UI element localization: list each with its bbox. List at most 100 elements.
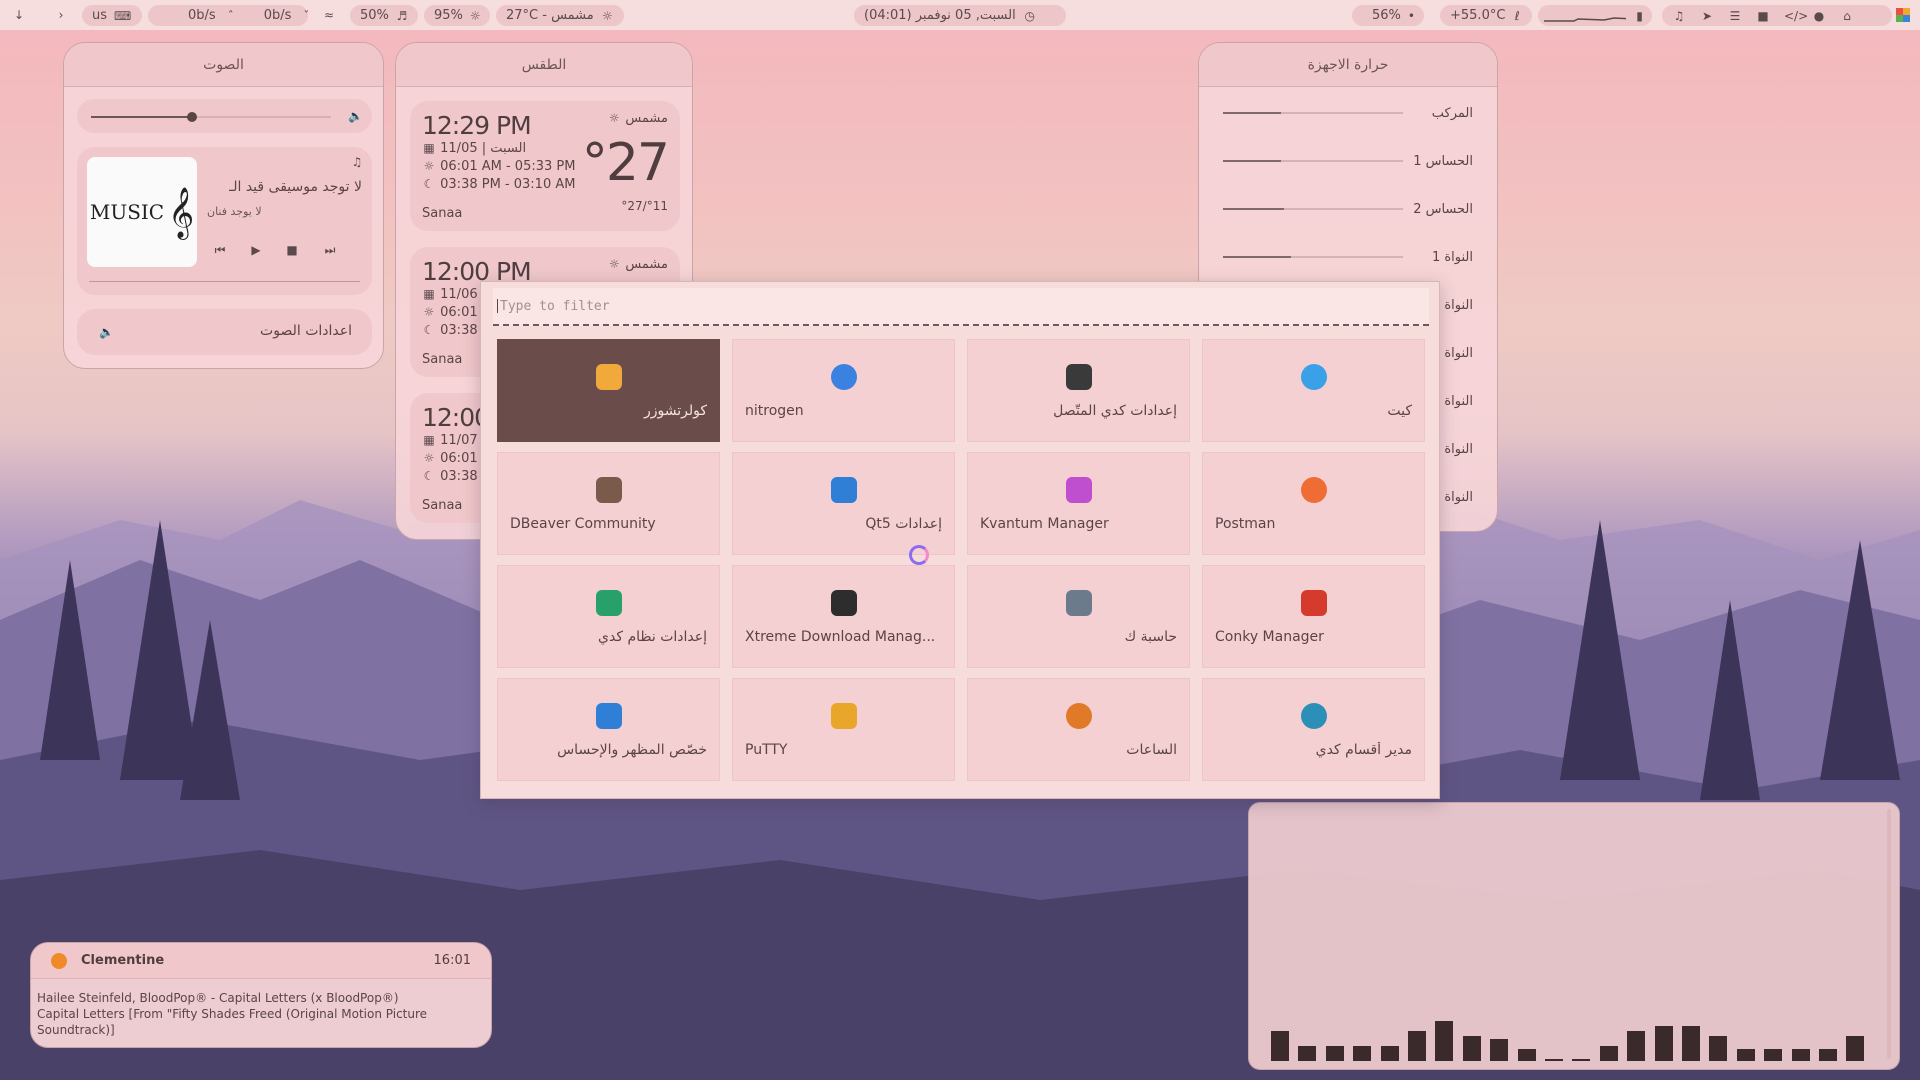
cpu-pill[interactable]: 56% • <box>1352 5 1424 26</box>
memory-icon: ▮ <box>1636 8 1643 23</box>
volume-slider-panel: 🔈 <box>77 99 372 133</box>
clock-text: السبت, 05 نوفمبر (04:01) <box>864 8 1016 23</box>
clock-pill[interactable]: السبت, 05 نوفمبر (04:01) ◷ <box>854 5 1066 26</box>
visualizer-bar <box>1846 1036 1865 1061</box>
sensor-row: الحساس 1 <box>1223 151 1473 171</box>
visualizer-scrollbar[interactable] <box>1887 809 1891 1059</box>
calendar-icon: ▦ <box>423 141 435 155</box>
weather-pill[interactable]: 27°C - مشمس ☼ <box>496 5 624 26</box>
app-tile[interactable]: خصّص المظهر والإحساس <box>497 678 720 781</box>
keyboard-layout-label: us <box>92 8 108 23</box>
app-launcher: Type to filter كولرتشوزر nitrogen إعدادات … <box>480 281 1440 799</box>
network-speed-pill[interactable]: 0b/s ˆ 0b/s ˇ <box>148 5 309 26</box>
windows-grid-icon[interactable] <box>1896 8 1910 22</box>
app-tile[interactable]: PuTTY <box>732 678 955 781</box>
app-tile[interactable]: مدير أقسام كدي <box>1202 678 1425 781</box>
previous-track-icon[interactable]: ⏮ <box>213 243 227 257</box>
arrow-down-icon[interactable]: ↓ <box>12 8 26 22</box>
sensor-label: النواة <box>1444 345 1473 361</box>
app-label: إعدادات Qt5 <box>865 516 942 532</box>
app-tile[interactable]: Postman <box>1202 452 1425 555</box>
sun-icon: ☼ <box>469 8 481 23</box>
app-tile[interactable]: Kvantum Manager <box>967 452 1190 555</box>
app-label: DBeaver Community <box>510 516 656 532</box>
weather-time: 12:29 PM <box>422 111 532 140</box>
app-tile[interactable]: nitrogen <box>732 339 955 442</box>
memory-graph-pill[interactable]: ▮ <box>1538 5 1652 26</box>
clementine-notification[interactable]: Clementine 16:01 Hailee Steinfeld, Blood… <box>30 942 492 1048</box>
weather-temperature: °27 <box>581 133 670 193</box>
app-label: حاسبة ك <box>1124 629 1177 645</box>
app-tile[interactable]: كولرتشوزر <box>497 339 720 442</box>
visualizer-bar <box>1462 1036 1481 1061</box>
firefox-icon[interactable]: ● <box>1812 9 1826 23</box>
music-icon[interactable]: ♫ <box>1672 9 1686 23</box>
filter-input[interactable]: Type to filter <box>493 288 1429 326</box>
app-label: PuTTY <box>745 742 788 758</box>
color-picker-icon <box>595 364 622 390</box>
album-art-text: MUSIC <box>89 200 165 224</box>
home-icon[interactable]: ⌂ <box>1840 9 1854 23</box>
sensor-bar-fill <box>1223 256 1292 258</box>
next-track-icon[interactable]: ⏭ <box>323 243 337 257</box>
app-tile[interactable]: إعدادات نظام كدي <box>497 565 720 668</box>
brightness-pill[interactable]: 95% ☼ <box>424 5 490 26</box>
app-label: nitrogen <box>745 403 804 419</box>
visualizer-bar <box>1764 1048 1783 1061</box>
app-tile[interactable]: كيت <box>1202 339 1425 442</box>
app-tile[interactable]: DBeaver Community <box>497 452 720 555</box>
visualizer-bar <box>1654 1026 1673 1061</box>
visualizer-bar <box>1709 1036 1728 1061</box>
app-tile[interactable]: Conky Manager <box>1202 565 1425 668</box>
sensor-label: النواة <box>1444 297 1473 313</box>
weather-high-low: °27/°11 <box>621 199 668 213</box>
sensor-bar <box>1223 160 1403 162</box>
visualizer-bar <box>1353 1046 1372 1061</box>
visualizer-bar <box>1408 1031 1426 1061</box>
audio-visualizer <box>1248 802 1900 1070</box>
app-label: Postman <box>1215 516 1276 532</box>
volume-pill[interactable]: 50% ♬ <box>350 5 418 26</box>
sensor-bar-fill <box>1223 160 1281 162</box>
app-tile[interactable]: Xtreme Download Manag... <box>732 565 955 668</box>
speaker-icon[interactable]: 🔈 <box>348 109 363 123</box>
audio-settings-button[interactable]: 🔈 اعدادات الصوت <box>77 309 372 355</box>
stop-icon[interactable]: ■ <box>285 243 299 257</box>
volume-slider-handle[interactable] <box>186 112 197 122</box>
visualizer-bar <box>1627 1031 1646 1061</box>
audio-widget: الصوت 🔈 MUSIC 𝄞 ♫ لا توجد موسيقى قيد الـ… <box>63 42 384 369</box>
sensor-bar <box>1223 112 1403 114</box>
play-icon[interactable]: ▶ <box>249 243 263 257</box>
app-label: كولرتشوزر <box>643 403 707 419</box>
weather-card-today[interactable]: 12:29 PM ☼ مشمس ▦ السبت | 11/05 ☼ 06:01 … <box>410 101 680 231</box>
progress-line[interactable] <box>89 281 360 282</box>
conky-icon <box>1300 590 1327 616</box>
app-tile[interactable]: إعدادات كدي المتّصل <box>967 339 1190 442</box>
cpu-icon: • <box>1407 8 1415 23</box>
wifi-icon[interactable]: ≈ <box>322 8 336 22</box>
sensor-label: النواة <box>1444 441 1473 457</box>
chevron-right-icon[interactable]: › <box>54 8 68 22</box>
cpu-temp-pill[interactable]: +55.0°C ℓ <box>1440 5 1532 26</box>
brightness-percent: 95% <box>434 8 463 23</box>
app-tile[interactable]: إعدادات Qt5 <box>732 452 955 555</box>
visualizer-bar <box>1298 1046 1317 1061</box>
visualizer-bar <box>1791 1048 1810 1061</box>
code-icon[interactable]: </> <box>1784 9 1808 23</box>
keyboard-layout-pill[interactable]: us ⌨ <box>82 5 142 26</box>
folder-icon[interactable]: ■ <box>1756 9 1770 23</box>
cpu-temperature: +55.0°C <box>1450 8 1506 23</box>
volume-slider[interactable] <box>91 112 331 122</box>
app-tile[interactable]: الساعات <box>967 678 1190 781</box>
sun-icon: ☼ <box>423 159 435 173</box>
weather-moon-times: ☾ 03:38 PM - 03:10 AM <box>423 177 576 192</box>
no-music-text: لا توجد موسيقى قيد الـ <box>229 179 362 195</box>
sensor-label: الحساس 2 <box>1413 201 1473 217</box>
text-caret <box>497 299 498 313</box>
dbeaver-icon <box>595 477 622 503</box>
audio-widget-title: الصوت <box>64 43 383 87</box>
telegram-icon[interactable]: ➤ <box>1700 9 1714 23</box>
database-icon[interactable]: ☰ <box>1728 9 1742 23</box>
app-tile[interactable]: حاسبة ك <box>967 565 1190 668</box>
visualizer-bar <box>1325 1046 1344 1061</box>
